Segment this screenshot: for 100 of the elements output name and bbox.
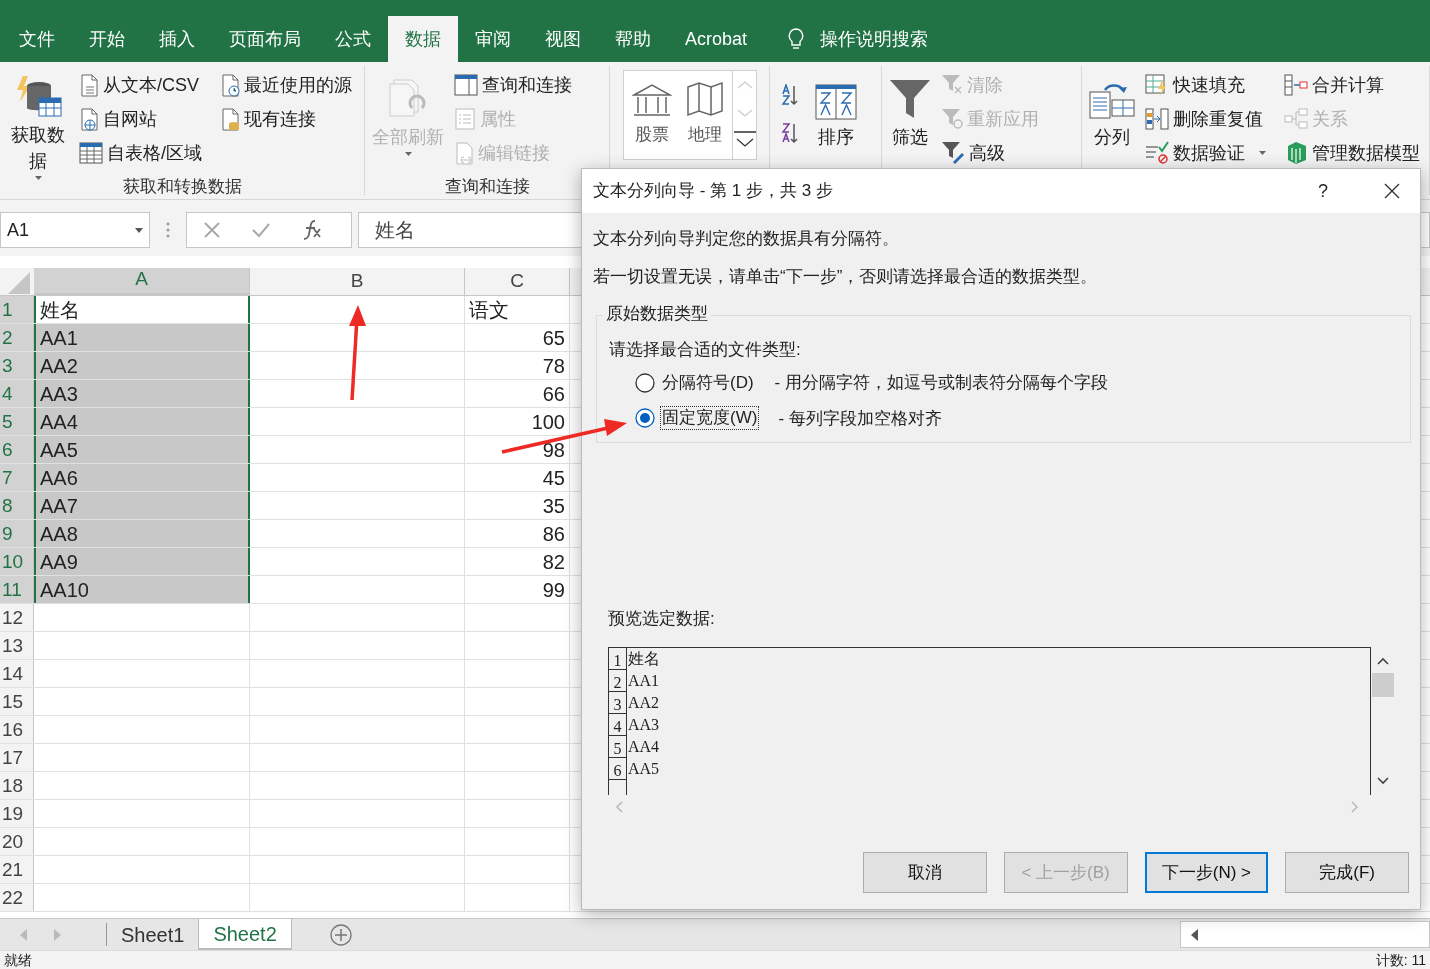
table-cell[interactable]: AA6 <box>34 464 250 491</box>
ribbon-button[interactable]: 自网站 <box>79 104 202 134</box>
row-header[interactable]: 17 <box>0 744 34 771</box>
table-cell[interactable]: 98 <box>465 436 570 463</box>
menu-tab[interactable]: 帮助 <box>598 16 668 62</box>
row-header[interactable]: 12 <box>0 604 34 631</box>
gallery-item[interactable]: 地理 <box>686 77 724 159</box>
table-cell[interactable]: 99 <box>465 576 570 603</box>
row-header[interactable]: 11 <box>0 576 34 603</box>
menu-tab[interactable]: 审阅 <box>458 16 528 62</box>
sort-ascending-icon[interactable] <box>781 84 799 106</box>
gallery-item[interactable]: 股票 <box>632 77 672 159</box>
scroll-thumb[interactable] <box>1372 673 1394 697</box>
ribbon-button[interactable]: 合并计算 <box>1284 70 1420 100</box>
radio-label[interactable]: 分隔符号(D) <box>661 371 755 394</box>
menu-tab[interactable]: Acrobat <box>668 16 765 62</box>
menu-tab[interactable]: 开始 <box>72 16 142 62</box>
menu-tab[interactable]: 数据 <box>388 16 458 62</box>
table-cell[interactable]: AA3 <box>34 380 250 407</box>
row-header[interactable]: 8 <box>0 492 34 519</box>
sheet-tab[interactable]: Sheet2 <box>199 919 292 950</box>
row-header[interactable]: 4 <box>0 380 34 407</box>
table-cell[interactable]: AA9 <box>34 548 250 575</box>
row-header[interactable]: 9 <box>0 520 34 547</box>
menu-tab[interactable]: 插入 <box>142 16 212 62</box>
horizontal-scrollbar[interactable] <box>1180 921 1430 948</box>
radio-button[interactable] <box>635 408 655 429</box>
row-header[interactable]: 16 <box>0 716 34 743</box>
close-icon[interactable] <box>1384 183 1400 199</box>
table-cell[interactable]: AA2 <box>34 352 250 379</box>
ribbon-button[interactable]: 高级 <box>941 138 1039 168</box>
gallery-expand-icon[interactable] <box>734 131 756 149</box>
table-cell[interactable]: AA1 <box>34 324 250 351</box>
row-header[interactable]: 20 <box>0 828 34 855</box>
name-box[interactable]: A1 <box>0 212 150 248</box>
column-header[interactable]: B <box>250 268 465 295</box>
dialog-button[interactable]: 取消 <box>863 852 987 893</box>
previous-sheet-icon[interactable] <box>20 929 28 941</box>
row-header[interactable]: 7 <box>0 464 34 491</box>
table-cell[interactable]: AA4 <box>34 408 250 435</box>
table-cell[interactable]: 82 <box>465 548 570 575</box>
ribbon-button[interactable]: 现有连接 <box>220 104 352 134</box>
sort-descending-icon[interactable] <box>781 122 799 144</box>
table-cell[interactable]: 65 <box>465 324 570 351</box>
enter-icon[interactable] <box>251 222 271 238</box>
ribbon-button[interactable]: 快速填充 <box>1145 70 1266 100</box>
gallery-down-icon[interactable] <box>735 107 755 119</box>
ribbon-button[interactable]: 删除重复值 <box>1145 104 1266 134</box>
dialog-button[interactable]: 下一步(N) > <box>1144 852 1269 893</box>
next-sheet-icon[interactable] <box>53 929 61 941</box>
row-header[interactable]: 15 <box>0 688 34 715</box>
cancel-icon[interactable] <box>203 221 221 239</box>
function-icon[interactable] <box>301 219 323 241</box>
row-header[interactable]: 19 <box>0 800 34 827</box>
column-header[interactable]: C <box>465 268 570 295</box>
row-header[interactable]: 22 <box>0 884 34 911</box>
menu-tab[interactable]: 文件 <box>2 16 72 62</box>
ribbon-button[interactable]: 从文本/CSV <box>79 70 202 100</box>
table-cell[interactable]: AA7 <box>34 492 250 519</box>
scroll-right-icon[interactable] <box>1351 801 1359 813</box>
row-header[interactable]: 5 <box>0 408 34 435</box>
radio-button[interactable] <box>635 372 655 393</box>
row-header[interactable]: 18 <box>0 772 34 799</box>
row-header[interactable]: 3 <box>0 352 34 379</box>
row-header[interactable]: 14 <box>0 660 34 687</box>
scroll-down-icon[interactable] <box>1377 777 1389 785</box>
table-cell[interactable]: 100 <box>465 408 570 435</box>
row-header[interactable]: 6 <box>0 436 34 463</box>
radio-label[interactable]: 固定宽度(W) <box>661 407 759 430</box>
ribbon-button[interactable]: 获取数据 <box>5 66 71 182</box>
gallery-up-icon[interactable] <box>735 79 755 91</box>
ribbon-button[interactable]: 筛选 <box>887 66 933 150</box>
dialog-button[interactable]: 完成(F) <box>1285 852 1409 893</box>
ribbon-button[interactable]: 分列 <box>1087 66 1137 150</box>
menu-tab[interactable]: 视图 <box>528 16 598 62</box>
search-field[interactable]: 操作说明搜索 <box>820 25 929 53</box>
table-cell[interactable]: AA8 <box>34 520 250 547</box>
ribbon-button[interactable]: 排序 <box>813 66 859 150</box>
row-header[interactable]: 10 <box>0 548 34 575</box>
table-cell[interactable]: 姓名 <box>34 296 250 323</box>
ribbon-button[interactable]: 查询和连接 <box>454 70 572 100</box>
table-cell[interactable]: AA10 <box>34 576 250 603</box>
menu-tab[interactable]: 页面布局 <box>212 16 318 62</box>
help-button[interactable]: ? <box>1318 177 1328 205</box>
ribbon-button[interactable]: 数据验证 <box>1145 138 1266 168</box>
column-header[interactable]: A <box>34 268 250 295</box>
table-cell[interactable]: 语文 <box>465 296 570 323</box>
table-cell[interactable]: 35 <box>465 492 570 519</box>
row-header[interactable]: 2 <box>0 324 34 351</box>
table-cell[interactable]: 86 <box>465 520 570 547</box>
ribbon-button[interactable]: 管理数据模型 <box>1284 138 1420 168</box>
menu-tab[interactable]: 公式 <box>318 16 388 62</box>
table-cell[interactable]: 45 <box>465 464 570 491</box>
table-cell[interactable]: AA5 <box>34 436 250 463</box>
add-sheet-icon[interactable] <box>329 923 352 946</box>
table-cell[interactable]: 66 <box>465 380 570 407</box>
ribbon-button[interactable]: 自表格/区域 <box>79 138 202 168</box>
scroll-left-icon[interactable] <box>1191 928 1199 941</box>
row-header[interactable]: 21 <box>0 856 34 883</box>
row-header[interactable]: 1 <box>0 296 34 323</box>
